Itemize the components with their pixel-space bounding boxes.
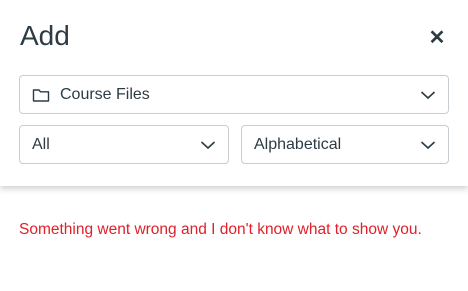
close-icon: ✕ <box>428 26 446 49</box>
chevron-down-icon <box>420 139 436 151</box>
dialog-title: Add <box>20 20 70 51</box>
chevron-down-icon <box>420 89 436 101</box>
folder-icon <box>32 87 50 103</box>
close-button[interactable]: ✕ <box>426 26 448 49</box>
content-source-value: Course Files <box>60 85 150 103</box>
sort-order-value: Alphabetical <box>254 135 342 153</box>
error-message: Something went wrong and I don't know wh… <box>19 221 422 238</box>
chevron-down-icon <box>200 139 216 151</box>
sort-order-select[interactable]: Alphabetical <box>241 125 449 164</box>
add-panel: Add ✕ Course Files All Alphabetical <box>0 0 468 186</box>
content-source-select[interactable]: Course Files <box>19 75 449 114</box>
file-type-select[interactable]: All <box>19 125 229 164</box>
file-type-value: All <box>32 135 50 153</box>
